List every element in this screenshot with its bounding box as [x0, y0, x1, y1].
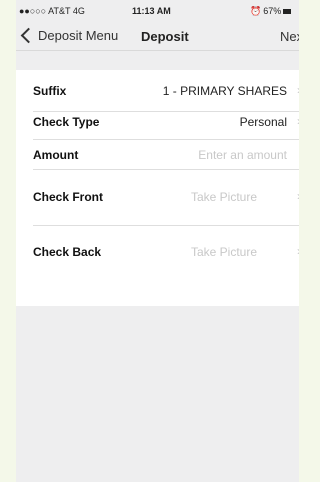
back-label: Deposit Menu: [38, 27, 119, 43]
next-button[interactable]: Next: [280, 29, 299, 44]
chevron-right-icon: ›: [297, 244, 299, 258]
amount-row[interactable]: Amount: [16, 140, 299, 170]
check-type-value: Personal: [239, 115, 287, 129]
battery-percentage: 67%: [263, 6, 282, 16]
deposit-form: Suffix 1 - PRIMARY SHARES › Check Type P…: [16, 70, 299, 306]
back-button[interactable]: Deposit Menu: [18, 24, 118, 46]
carrier-label: ●●○○○ AT&T 4G: [19, 6, 85, 16]
check-type-row[interactable]: Check Type Personal ›: [16, 112, 299, 140]
chevron-right-icon: ›: [297, 189, 299, 203]
suffix-value: 1 - PRIMARY SHARES: [162, 84, 287, 98]
chevron-right-icon: ›: [297, 83, 299, 97]
status-time: 11:13 AM: [132, 6, 171, 16]
amount-label: Amount: [33, 148, 79, 162]
status-right: ⏰ 67%: [250, 6, 292, 17]
chevron-left-icon: [20, 27, 37, 43]
amount-input[interactable]: [147, 148, 287, 162]
check-back-take-picture: Take Picture: [190, 245, 257, 259]
check-front-take-picture: Take Picture: [190, 190, 257, 204]
check-front-label: Check Front: [33, 190, 104, 204]
suffix-label: Suffix: [33, 84, 67, 98]
check-back-row[interactable]: Check Back Take Picture ›: [16, 226, 299, 306]
status-bar: ●●○○○ AT&T 4G 11:13 AM ⏰ 67%: [16, 0, 299, 20]
suffix-row[interactable]: Suffix 1 - PRIMARY SHARES ›: [16, 70, 299, 112]
chevron-right-icon: ›: [297, 114, 299, 128]
check-back-label: Check Back: [33, 245, 102, 259]
page-title: Deposit: [141, 29, 189, 44]
alarm-icon: ⏰: [250, 6, 262, 16]
nav-bar: Deposit Menu Deposit Next: [16, 20, 299, 51]
battery-icon: [283, 9, 292, 15]
check-type-label: Check Type: [33, 115, 100, 129]
phone-screen: ●●○○○ AT&T 4G 11:13 AM ⏰ 67% Deposit Menu…: [16, 0, 299, 482]
check-front-row[interactable]: Check Front Take Picture ›: [16, 170, 299, 226]
